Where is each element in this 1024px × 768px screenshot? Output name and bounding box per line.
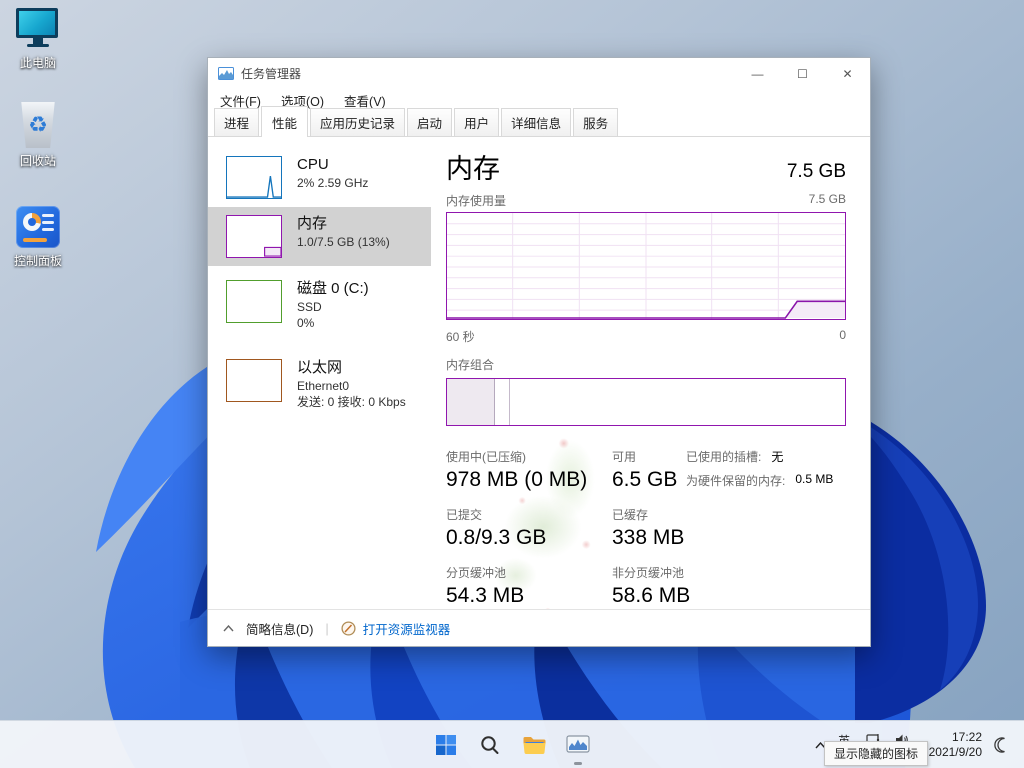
graph-axis-left: 60 秒 [446,330,475,345]
sidebar-disk-sub: SSD [297,299,322,314]
memory-composition-label: 内存组合 [446,358,495,373]
search-button[interactable] [477,732,503,758]
sidebar-item-ethernet[interactable]: 以太网 Ethernet0 发送: 0 接收: 0 Kbps [208,351,431,418]
tab-services[interactable]: 服务 [573,108,619,136]
stat-paged-pool: 分页缓冲池 54.3 MB [446,566,525,608]
composition-in-use-segment [447,379,495,426]
sidebar-ethernet-title: 以太网 [297,359,343,377]
memory-usage-graph [446,212,846,321]
this-pc-icon [16,8,60,50]
memory-usage-max: 7.5 GB [808,192,846,207]
open-resource-monitor-link[interactable]: 打开资源监视器 [341,619,450,638]
stat-committed: 已提交 0.8/9.3 GB [446,508,547,550]
title-bar[interactable]: 任务管理器 — ☐ ✕ [208,58,870,89]
file-explorer-button[interactable] [521,732,547,758]
clock-date: 2021/9/20 [928,745,982,759]
menu-file[interactable]: 文件(F) [220,91,261,110]
focus-assist-moon-icon[interactable] [990,734,1012,756]
taskbar: 英 17:22 2021/9/2 [0,720,1024,768]
disk-mini-graph [226,280,282,323]
fewer-details-button[interactable]: 简略信息(D) [223,619,313,638]
sidebar-memory-title: 内存 [297,215,328,232]
memory-mini-graph [226,215,282,258]
tab-details[interactable]: 详细信息 [501,108,572,136]
show-hidden-icons-tooltip: 显示隐藏的图标 [823,741,928,766]
memory-composition-bar[interactable] [446,378,846,427]
composition-divider [509,379,510,426]
tab-startup[interactable]: 启动 [407,108,453,136]
desktop-icon-recycle-bin[interactable]: ♻ 回收站 [0,102,76,169]
search-icon [481,736,499,754]
stat-cached: 已缓存 338 MB [612,508,685,550]
chevron-up-icon [223,624,234,631]
running-indicator [574,762,582,765]
sidebar-cpu-title: CPU [297,156,329,173]
memory-panel-title: 内存 [446,154,500,184]
memory-stats: 使用中(已压缩) 978 MB (0 MB) 可用 6.5 GB 已提交 0.8… [446,448,851,608]
ethernet-mini-graph [226,359,282,403]
sidebar-ethernet-sub: Ethernet0 [297,378,350,393]
sidebar-item-memory[interactable]: 内存 1.0/7.5 GB (13%) [208,207,431,266]
folder-icon [523,737,545,754]
desktop-icon-this-pc[interactable]: 此电脑 [0,8,76,71]
tab-processes[interactable]: 进程 [214,108,260,136]
task-manager-icon [566,735,590,753]
sidebar-item-cpu[interactable]: CPU 2% 2.59 GHz [208,148,431,207]
taskbar-clock[interactable]: 17:22 2021/9/20 [929,730,982,760]
window-footer: 简略信息(D) | 打开资源监视器 [208,609,870,646]
task-manager-app-icon [218,66,234,80]
memory-total: 7.5 GB [786,161,846,183]
windows-logo-icon [436,735,456,755]
close-button[interactable]: ✕ [825,58,870,89]
sidebar-item-disk[interactable]: 磁盘 0 (C:) SSD 0% [208,272,431,339]
menu-view[interactable]: 查看(V) [344,91,386,110]
desktop-icon-label: 此电脑 [19,56,56,70]
desktop-icon-label: 回收站 [19,154,56,168]
desktop-icon-control-panel[interactable]: 控制面板 [0,206,76,269]
maximize-button[interactable]: ☐ [780,58,825,89]
stat-slots-used: 已使用的插槽: 无 [686,450,784,465]
start-button[interactable] [433,732,459,758]
sidebar-cpu-sub: 2% 2.59 GHz [297,175,369,190]
minimize-button[interactable]: — [735,58,780,89]
stat-in-use: 使用中(已压缩) 978 MB (0 MB) [446,450,588,492]
stat-non-paged-pool: 非分页缓冲池 58.6 MB [612,566,691,608]
sidebar-disk-sub2: 0% [297,315,315,330]
graph-axis-right: 0 [839,328,846,343]
task-manager-window: 任务管理器 — ☐ ✕ 文件(F) 选项(O) 查看(V) 进程 性能 应用历史… [207,57,871,647]
clock-time: 17:22 [951,730,982,744]
window-title: 任务管理器 [241,67,302,81]
resource-monitor-icon [341,620,356,636]
cpu-mini-graph [226,156,282,199]
performance-sidebar: CPU 2% 2.59 GHz 内存 1.0/7.5 GB (13%) 磁盘 0… [208,137,431,646]
control-panel-icon [16,206,60,248]
tab-performance[interactable]: 性能 [261,106,309,137]
tab-strip: 进程 性能 应用历史记录 启动 用户 详细信息 服务 [208,106,870,137]
desktop-icon-label: 控制面板 [13,254,62,268]
memory-usage-label: 内存使用量 [446,194,507,209]
sidebar-memory-sub: 1.0/7.5 GB (13%) [297,234,390,249]
stat-hardware-reserved: 为硬件保留的内存: 0.5 MB [686,472,834,489]
task-manager-taskbar-button[interactable] [565,732,591,765]
sidebar-ethernet-sub2: 发送: 0 接收: 0 Kbps [297,395,406,410]
stat-available: 可用 6.5 GB [612,450,678,492]
footer-divider: | [325,620,329,636]
sidebar-disk-title: 磁盘 0 (C:) [297,280,369,297]
recycle-bin-icon: ♻ [21,102,55,148]
desktop: 此电脑 ♻ 回收站 控制面板 任务管理器 — ☐ ✕ 文件(F) 选项(O) 查… [0,0,1024,768]
tab-users[interactable]: 用户 [454,108,500,136]
tab-app-history[interactable]: 应用历史记录 [310,108,406,136]
memory-panel: 内存 7.5 GB 内存使用量 7.5 GB 60 秒 0 内存组合 使用中(已… [431,137,851,646]
